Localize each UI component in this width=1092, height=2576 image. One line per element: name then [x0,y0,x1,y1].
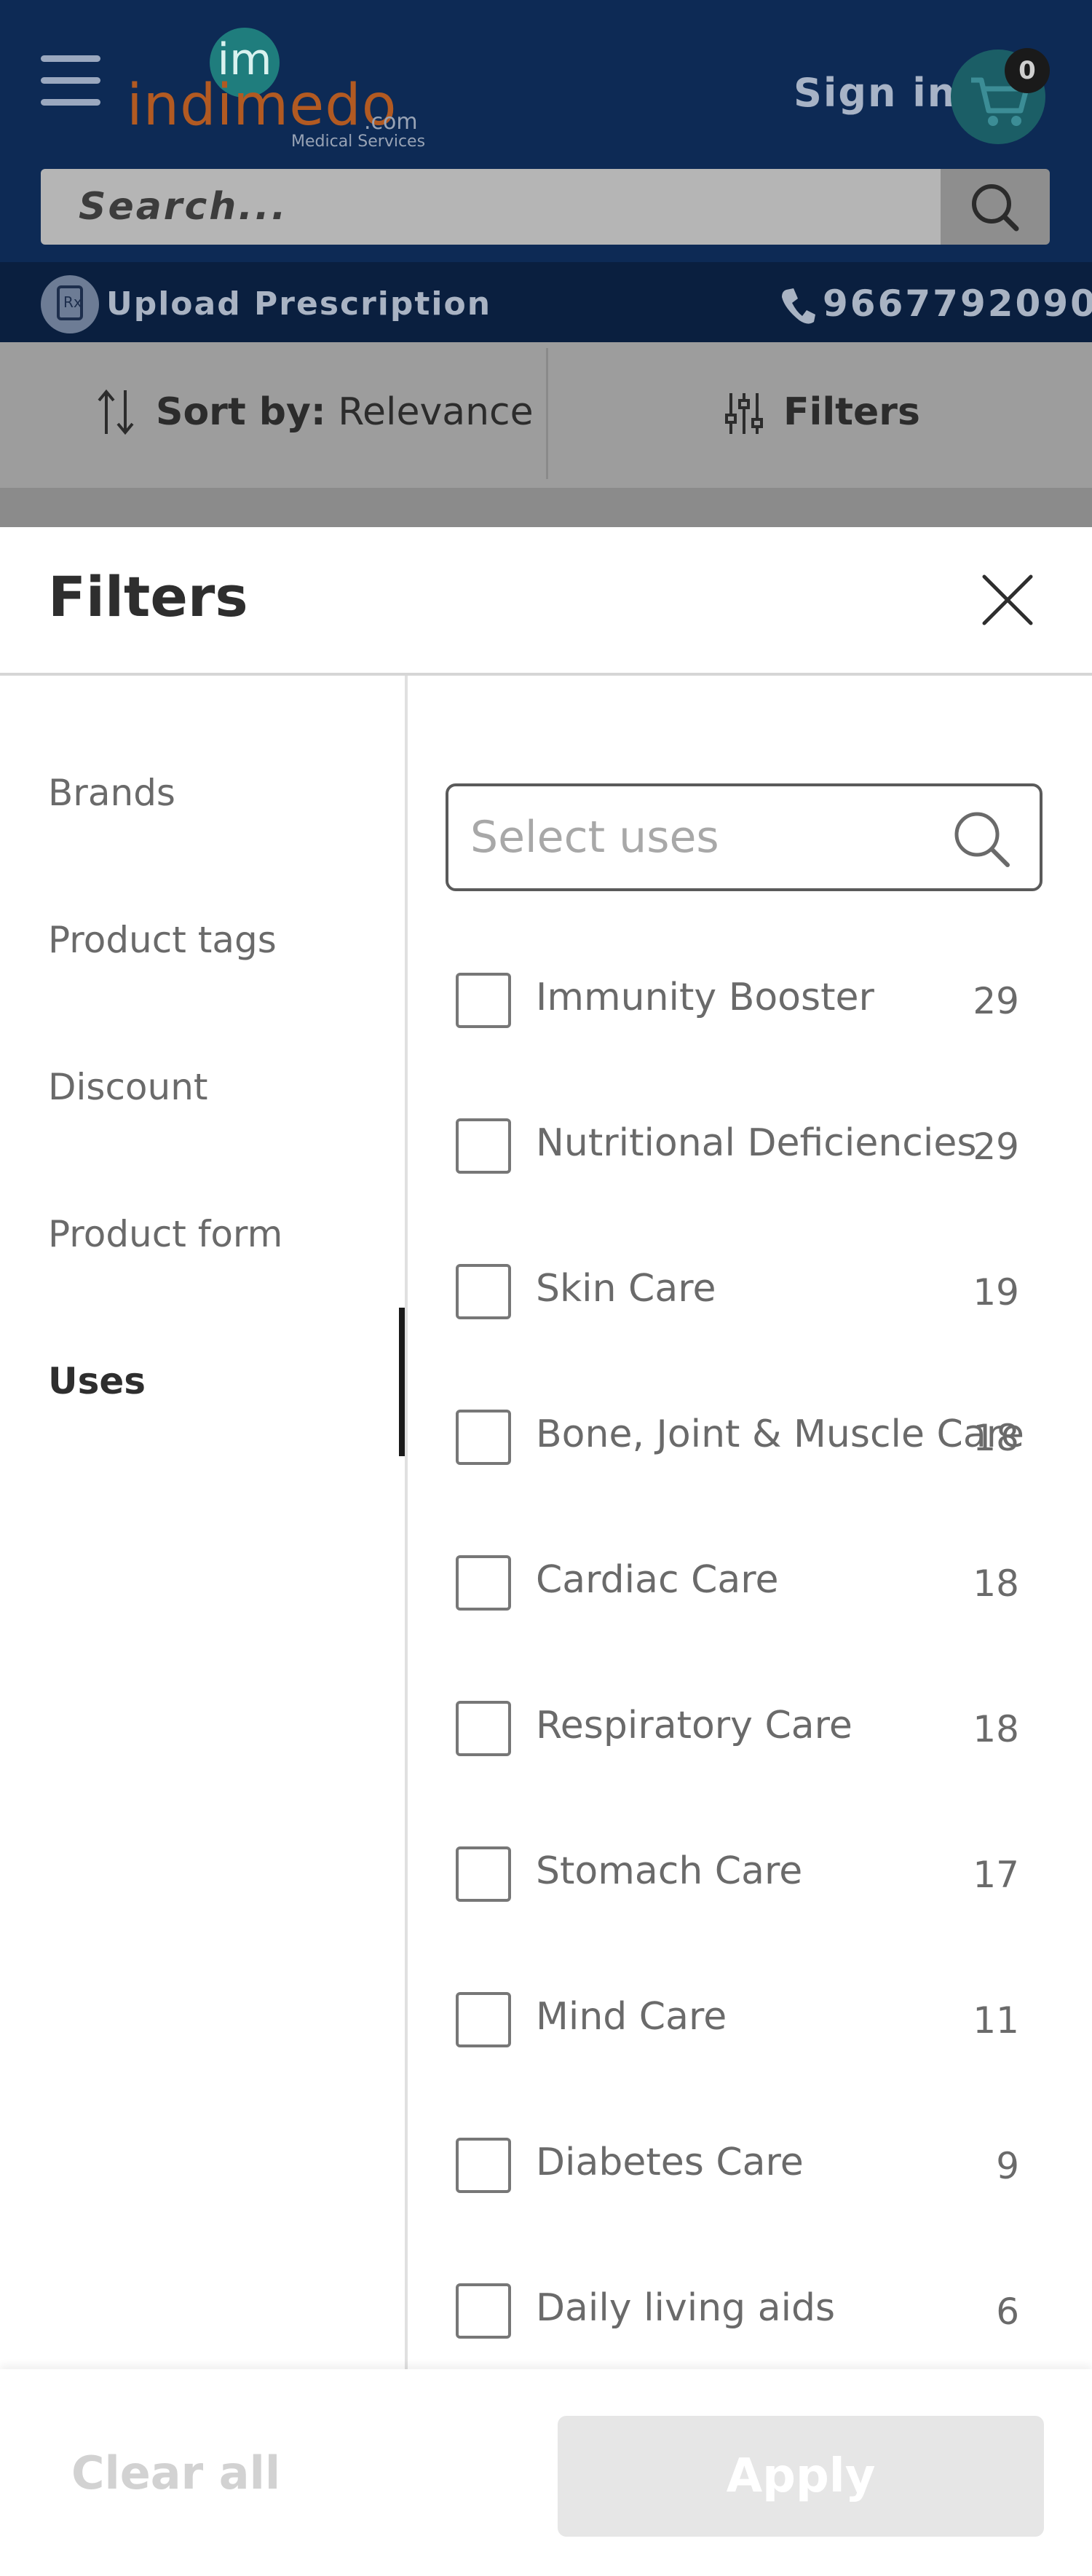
option-count: 18 [973,1562,1019,1605]
overlay-backdrop[interactable] [0,488,1092,527]
option-checkbox[interactable] [456,1410,511,1465]
option-count: 18 [973,1708,1019,1750]
search-icon [951,808,1012,869]
hamburger-menu-icon[interactable] [41,55,100,106]
option-label[interactable]: Diabetes Care [536,2141,804,2184]
sort-value: Relevance [338,390,534,434]
category-uses[interactable]: Uses [48,1360,146,1402]
sort-icon [95,387,138,437]
option-checkbox[interactable] [456,973,511,1028]
option-label[interactable]: Cardiac Care [536,1558,778,1602]
close-button[interactable] [973,565,1042,635]
phone-icon [779,285,815,326]
search-icon [972,184,1019,232]
close-icon [982,574,1033,625]
option-count: 9 [996,2145,1019,2187]
sign-in-link[interactable]: Sign in [794,70,957,116]
option-label[interactable]: Daily living aids [536,2286,835,2330]
column-divider [405,676,408,2369]
option-checkbox[interactable] [456,1118,511,1174]
category-discount[interactable]: Discount [48,1066,208,1108]
option-checkbox[interactable] [456,1701,511,1756]
sort-button[interactable]: Sort by: Relevance [156,390,534,434]
clear-all-button[interactable]: Clear all [71,2446,280,2500]
option-checkbox[interactable] [456,1264,511,1319]
svg-text:Rx: Rx [63,293,82,311]
option-count: 29 [973,1126,1019,1168]
prescription-icon[interactable]: Rx [41,275,99,333]
sort-divider [546,348,548,479]
option-label[interactable]: Nutritional Deficiencies [536,1121,976,1165]
panel-title: Filters [48,564,248,629]
option-count: 29 [973,980,1019,1022]
option-count: 11 [973,1999,1019,2042]
option-label[interactable]: Respiratory Care [536,1704,852,1747]
apply-button[interactable]: Apply [558,2416,1044,2537]
option-checkbox[interactable] [456,2138,511,2193]
option-count: 6 [996,2291,1019,2333]
option-label[interactable]: Bone, Joint & Muscle Care [536,1413,1024,1456]
search-placeholder: Search... [79,185,288,229]
filters-button[interactable]: Filters [783,390,920,434]
option-checkbox[interactable] [456,1846,511,1902]
option-label[interactable]: Immunity Booster [536,976,874,1019]
cart-count-badge: 0 [1005,48,1050,93]
filter-sliders-icon [724,390,764,437]
upload-prescription-link[interactable]: Upload Prescription [106,285,491,323]
option-label[interactable]: Stomach Care [536,1849,802,1893]
sort-prefix: Sort by: [156,390,326,434]
option-label[interactable]: Mind Care [536,1995,727,2039]
option-checkbox[interactable] [456,1555,511,1611]
search-button[interactable] [941,169,1050,245]
panel-divider [0,673,1092,676]
brand-logo[interactable]: indimedo [127,73,397,138]
option-count: 17 [973,1854,1019,1896]
option-count: 18 [973,1417,1019,1459]
option-count: 19 [973,1271,1019,1313]
phone-number[interactable]: 9667792090 [823,283,1092,325]
brand-suffix: .com [364,109,418,135]
category-product-tags[interactable]: Product tags [48,919,277,961]
option-label[interactable]: Skin Care [536,1267,716,1311]
category-brands[interactable]: Brands [48,772,175,814]
active-category-indicator [399,1308,405,1456]
category-product-form[interactable]: Product form [48,1213,282,1255]
option-checkbox[interactable] [456,2283,511,2339]
brand-tagline: Medical Services [291,133,426,151]
option-checkbox[interactable] [456,1992,511,2047]
uses-search-placeholder: Select uses [470,812,719,863]
